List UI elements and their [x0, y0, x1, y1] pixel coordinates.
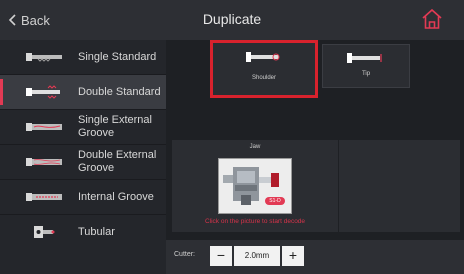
sidebar-item-label: Single Standard — [78, 50, 157, 63]
double-standard-key-icon — [26, 85, 60, 99]
single-external-groove-key-icon — [26, 123, 62, 131]
cutter-increase-button[interactable]: + — [282, 246, 304, 266]
decode-hint: Click on the picture to start decode — [204, 218, 306, 225]
tip-key-icon — [347, 53, 382, 63]
internal-groove-key-icon — [26, 193, 62, 201]
page-title: Duplicate — [202, 11, 262, 27]
shoulder-key-icon — [246, 52, 280, 62]
sidebar-item-label: Single External Groove — [78, 114, 152, 139]
jaw-title: Jaw — [249, 144, 261, 150]
option-shoulder[interactable]: Shoulder — [210, 40, 318, 98]
sidebar-item-double-external-groove[interactable]: Double External Groove — [0, 145, 166, 179]
option-label: Shoulder — [251, 75, 277, 81]
option-label: Tip — [361, 71, 371, 77]
jaw-badge: S1-D — [265, 197, 285, 205]
cutter-decrease-button[interactable]: − — [210, 246, 232, 266]
sidebar-item-tubular[interactable]: Tubular — [0, 215, 166, 249]
single-standard-key-icon — [26, 53, 62, 62]
sidebar-item-internal-groove[interactable]: Internal Groove — [0, 180, 166, 214]
sidebar-item-label: Double Standard — [78, 85, 161, 98]
home-icon[interactable] — [420, 7, 444, 31]
key-type-sidebar: Single Standard Double Standard Single E… — [0, 40, 166, 274]
sidebar-item-single-external-groove[interactable]: Single External Groove — [0, 110, 166, 144]
top-bar: Back Duplicate — [0, 0, 464, 40]
cutter-label: Cutter: — [174, 251, 196, 258]
sidebar-item-label: Double External Groove — [78, 149, 157, 174]
sidebar-item-single-standard[interactable]: Single Standard — [0, 40, 166, 74]
option-tip[interactable]: Tip — [322, 44, 410, 88]
double-external-groove-key-icon — [26, 158, 62, 166]
sidebar-item-label: Internal Groove — [78, 190, 154, 203]
sidebar-item-double-standard[interactable]: Double Standard — [0, 75, 166, 109]
tubular-key-icon — [34, 226, 55, 238]
jaw-picture[interactable]: S1-D — [218, 158, 292, 214]
cutter-value: 2.0mm — [234, 246, 280, 266]
divider — [338, 140, 339, 232]
sidebar-item-label: Tubular — [78, 225, 115, 238]
